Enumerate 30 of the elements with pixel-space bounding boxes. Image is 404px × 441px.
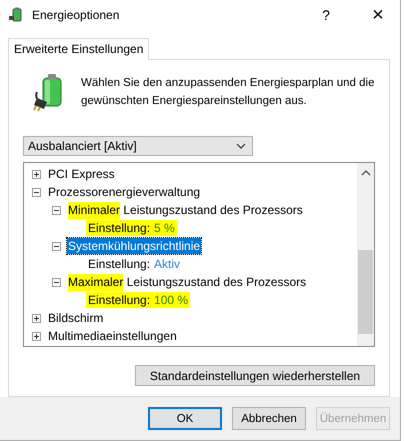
tree-item[interactable]: Multimediaeinstellungen bbox=[47, 328, 178, 344]
dialog-button[interactable]: Abbrechen bbox=[232, 407, 306, 430]
setting-value[interactable]: Aktiv bbox=[154, 256, 182, 272]
help-button[interactable]: ? bbox=[304, 0, 348, 30]
tab[interactable]: Erweiterte Einstellungen bbox=[8, 38, 150, 60]
collapse-icon[interactable] bbox=[52, 278, 61, 286]
scrollbar[interactable] bbox=[357, 163, 374, 346]
window-title: Energieoptionen bbox=[32, 8, 120, 22]
tree-item[interactable]: Prozessorenergieverwaltung bbox=[47, 184, 202, 200]
setting-label: Einstellung: bbox=[87, 256, 152, 272]
scroll-up-icon[interactable] bbox=[360, 170, 370, 176]
tree-item[interactable]: Minimaler Leistungszustand des Prozessors bbox=[67, 202, 304, 218]
intro-text: Wählen Sie den anzupassenden Energiesparplan und die gewünschten Energiespareinstellungen aus. bbox=[81, 76, 375, 109]
expand-icon[interactable] bbox=[32, 170, 41, 178]
plan-dropdown[interactable]: Ausbalanciert [Aktiv] bbox=[23, 136, 253, 156]
close-button[interactable]: × bbox=[356, 0, 400, 30]
dialog-button[interactable]: OK bbox=[148, 407, 222, 430]
tree-item[interactable]: Bildschirm bbox=[47, 310, 104, 326]
collapse-icon[interactable] bbox=[52, 206, 61, 214]
battery-plug-icon bbox=[8, 7, 24, 23]
setting-value[interactable]: 100 % bbox=[154, 292, 190, 308]
chevron-icon bbox=[236, 143, 246, 149]
restore-defaults-button[interactable]: Standardeinstellungen wiederherstellen bbox=[135, 365, 375, 386]
setting-value[interactable]: 5 % bbox=[154, 220, 177, 236]
expand-icon[interactable] bbox=[32, 314, 41, 322]
expand-icon[interactable] bbox=[32, 332, 41, 340]
tree-item[interactable]: Systemkühlungsrichtlinie bbox=[67, 238, 202, 254]
tree-item[interactable]: PCI Express bbox=[47, 166, 116, 182]
collapse-icon[interactable] bbox=[52, 242, 61, 250]
collapse-icon[interactable] bbox=[32, 188, 41, 196]
